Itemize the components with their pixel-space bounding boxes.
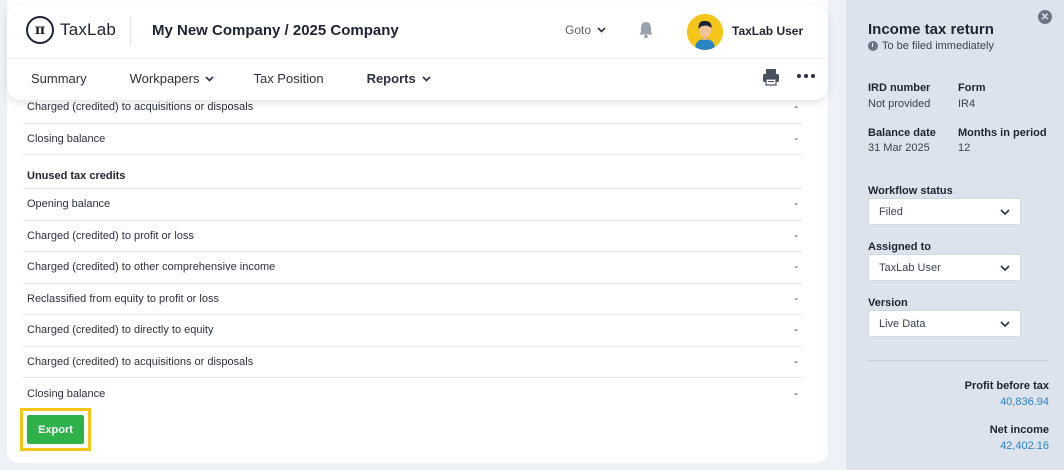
row-label: Reclassified from equity to profit or lo… [27, 292, 219, 305]
side-panel: ✕ Income tax return To be filed immediat… [846, 0, 1064, 470]
table-row: Reclassified from equity to profit or lo… [23, 284, 802, 315]
chevron-down-icon [1000, 320, 1010, 327]
row-label: Charged (credited) to acquisitions or di… [27, 355, 254, 368]
profit-before-tax-value[interactable]: 40,836.94 [1000, 396, 1049, 408]
divider [868, 360, 1050, 361]
table-row: Charged (credited) to other comprehensiv… [23, 252, 802, 284]
nav-tax-position[interactable]: Tax Position [253, 71, 323, 86]
divider [7, 58, 828, 59]
profit-before-tax-label: Profit before tax [964, 380, 1049, 392]
logo-text: TaxLab [60, 20, 117, 39]
row-label: Closing balance [27, 387, 106, 400]
ird-label: IRD number [868, 82, 931, 94]
more-options-icon[interactable] [797, 74, 815, 78]
row-value: - [794, 229, 798, 242]
row-label: Charged (credited) to acquisitions or di… [27, 101, 254, 114]
row-label: Charged (credited) to directly to equity [27, 324, 214, 337]
nav-label: Tax Position [253, 71, 324, 86]
nav-label: Summary [31, 71, 87, 86]
page-title: My New Company / 2025 Company [152, 22, 399, 39]
row-label: Closing balance [27, 132, 106, 145]
table-row: Closing balance - [23, 124, 802, 155]
workflow-label: Workflow status [868, 185, 953, 197]
goto-label: Goto [565, 23, 592, 37]
chevron-down-icon [422, 75, 431, 82]
workflow-value: Filed [879, 205, 903, 218]
nav-label: Workpapers [129, 71, 200, 86]
user-avatar-icon [687, 14, 723, 50]
pi-logo-icon: π [26, 16, 54, 44]
chevron-down-icon [1000, 208, 1010, 215]
export-highlight: Export [20, 408, 91, 451]
table-row: Charged (credited) to profit or loss - [23, 221, 802, 252]
version-select[interactable]: Live Data [868, 310, 1021, 337]
tax-table: Charged (credited) to acquisitions or di… [23, 92, 802, 410]
export-button[interactable]: Export [27, 415, 84, 444]
row-label: Opening balance [27, 198, 111, 211]
bell-icon[interactable] [638, 21, 654, 39]
printer-icon[interactable] [762, 68, 780, 86]
nav-summary[interactable]: Summary [31, 71, 87, 86]
goto-dropdown[interactable]: Goto [565, 23, 606, 37]
row-value: - [794, 101, 798, 114]
app-header: π TaxLab My New Company / 2025 Company G… [7, 5, 828, 100]
months-label: Months in period [958, 127, 1047, 139]
months-value: 12 [958, 142, 971, 154]
row-label: Charged (credited) to profit or loss [27, 229, 194, 242]
clock-icon [868, 41, 878, 51]
row-value: - [794, 132, 798, 145]
row-label: Charged (credited) to other comprehensiv… [27, 261, 276, 274]
panel-title: Income tax return [868, 21, 994, 38]
net-income-value[interactable]: 42,402.16 [1000, 440, 1049, 452]
assigned-select[interactable]: TaxLab User [868, 254, 1021, 281]
assigned-label: Assigned to [868, 241, 931, 253]
version-label: Version [868, 297, 908, 309]
row-value: - [794, 355, 798, 368]
chevron-down-icon [205, 75, 215, 82]
balance-date-value: 31 Mar 2025 [868, 142, 930, 154]
user-name[interactable]: TaxLab User [732, 24, 803, 38]
assigned-value: TaxLab User [879, 261, 941, 274]
chevron-down-icon [597, 27, 606, 33]
table-row: Opening balance - [23, 189, 802, 221]
table-row: Charged (credited) to directly to equity… [23, 315, 802, 347]
ird-value: Not provided [868, 98, 931, 110]
net-income-label: Net income [989, 424, 1049, 436]
table-row: Closing balance - [23, 378, 802, 410]
nav-label: Reports [366, 71, 416, 86]
table-row: Charged (credited) to acquisitions or di… [23, 347, 802, 378]
taxlab-logo[interactable]: π TaxLab [26, 16, 116, 44]
nav-workpapers[interactable]: Workpapers [130, 71, 215, 86]
form-label: Form [958, 82, 986, 94]
section-title: Unused tax credits [23, 155, 802, 189]
row-value: - [794, 198, 798, 211]
row-value: - [794, 324, 798, 337]
filing-status: To be filed immediately [868, 40, 994, 52]
filing-status-text: To be filed immediately [882, 40, 994, 52]
avatar[interactable] [687, 14, 723, 50]
close-icon[interactable]: ✕ [1038, 10, 1052, 24]
row-value: - [794, 292, 798, 305]
divider [130, 16, 131, 46]
balance-date-label: Balance date [868, 127, 936, 139]
row-value: - [794, 261, 798, 274]
form-value: IR4 [958, 98, 976, 110]
main-nav: Summary Workpapers Tax Position Reports [31, 71, 431, 86]
row-value: - [794, 387, 798, 400]
workflow-select[interactable]: Filed [868, 198, 1021, 225]
chevron-down-icon [1000, 264, 1010, 271]
version-value: Live Data [879, 317, 926, 330]
nav-reports[interactable]: Reports [367, 71, 431, 86]
